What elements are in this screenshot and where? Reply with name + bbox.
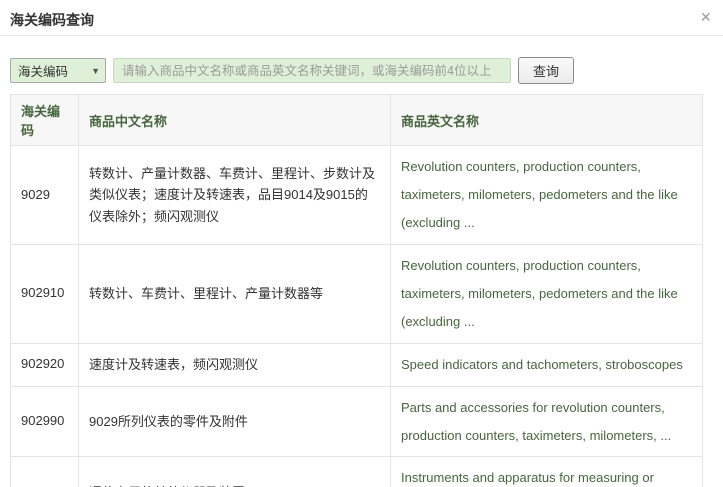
hs-code-cell: 902990 [11,386,79,457]
modal-title: 海关编码查询 [10,12,94,28]
query-button[interactable]: 查询 [518,57,574,84]
en-name-cell: Revolution counters, production counters… [391,244,703,343]
cn-name-cell: 转数计、车费计、里程计、产量计数器等 [79,244,391,343]
table-row[interactable]: 902910 转数计、车费计、里程计、产量计数器等 Revolution cou… [11,244,703,343]
cn-name-cell: 速度计及转速表，频闪观测仪 [79,343,391,386]
modal-header: 海关编码查询 × [0,0,723,36]
hs-code-cell: 902920 [11,343,79,386]
table-row[interactable]: 903040 通信专用的其他仪器及装置 Instruments and appa… [11,457,703,487]
cn-name-cell: 9029所列仪表的零件及附件 [79,386,391,457]
search-input[interactable] [113,58,511,83]
header-cn-name: 商品中文名称 [79,95,391,146]
table-row[interactable]: 902920 速度计及转速表，频闪观测仪 Speed indicators an… [11,343,703,386]
search-bar: 海关编码 ▼ 查询 [10,57,713,84]
table-body: 9029 转数计、产量计数器、车费计、里程计、步数计及类似仪表；速度计及转速表，… [11,146,703,487]
hs-code-cell: 903040 [11,457,79,487]
close-icon[interactable]: × [696,6,715,28]
en-name-cell: Parts and accessories for revolution cou… [391,386,703,457]
results-table: 海关编码 商品中文名称 商品英文名称 9029 转数计、产量计数器、车费计、里程… [10,94,703,487]
table-row[interactable]: 902990 9029所列仪表的零件及附件 Parts and accessor… [11,386,703,457]
search-category-value: 海关编码 [18,61,68,80]
table-header-row: 海关编码 商品中文名称 商品英文名称 [11,95,703,146]
cn-name-cell: 通信专用的其他仪器及装置 [79,457,391,487]
table-row[interactable]: 9029 转数计、产量计数器、车费计、里程计、步数计及类似仪表；速度计及转速表，… [11,146,703,245]
chevron-down-icon: ▼ [91,66,100,76]
header-hs-code: 海关编码 [11,95,79,146]
header-en-name: 商品英文名称 [391,95,703,146]
cn-name-cell: 转数计、产量计数器、车费计、里程计、步数计及类似仪表；速度计及转速表，品目901… [79,146,391,245]
hs-code-cell: 902910 [11,244,79,343]
en-name-cell: Instruments and apparatus for measuring … [391,457,703,487]
en-name-cell: Revolution counters, production counters… [391,146,703,245]
en-name-cell: Speed indicators and tachometers, strobo… [391,343,703,386]
search-category-select[interactable]: 海关编码 ▼ [10,58,106,83]
hs-code-cell: 9029 [11,146,79,245]
